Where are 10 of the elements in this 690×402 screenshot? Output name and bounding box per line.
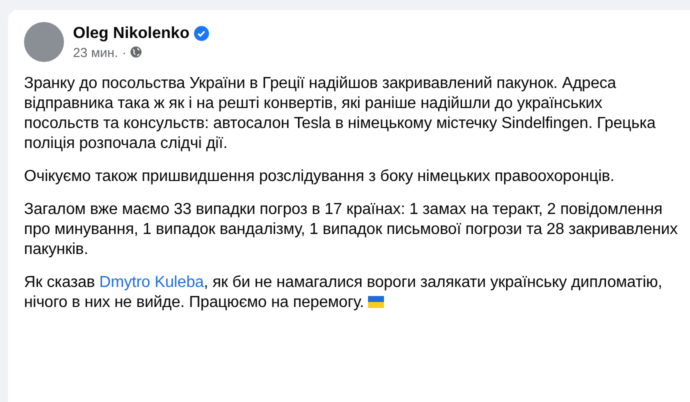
author-name[interactable]: Oleg Nikolenko <box>73 24 190 42</box>
globe-icon <box>130 46 142 58</box>
avatar[interactable] <box>24 22 64 62</box>
post-paragraph: Загалом вже маємо 33 випадки погроз в 17 країнах: 1 замах на теракт, 2 повідомлення про минування, 1 випадок вандалізму, 1 випадок письмової погрози та 28 закривавлених пакунків. <box>24 200 679 260</box>
profile-link[interactable]: Dmytro Kuleba <box>99 274 204 291</box>
post-paragraph: Як сказав Dmytro Kuleba, як би не намагалися вороги залякати українську дипломатію, нічого в них не вийде. Працюємо на перемогу. <box>24 273 664 313</box>
separator: · <box>122 44 126 60</box>
post-paragraph: Очікуємо також пришвидшення розслідування з боку німецьких правоохоронців. <box>24 167 616 187</box>
post-paragraph: Зранку до посольства України в Греції надійшов закривавлений пакунок. Адреса відправника така ж як і на решті конвертів, які раніше надійшли до українських посольств та консульств: автосалон Tesla в німецькому містечку Sindelfingen. Грецька поліція розпочала слідчі дії. <box>24 74 657 154</box>
post-time[interactable]: 23 мин. <box>73 44 118 60</box>
